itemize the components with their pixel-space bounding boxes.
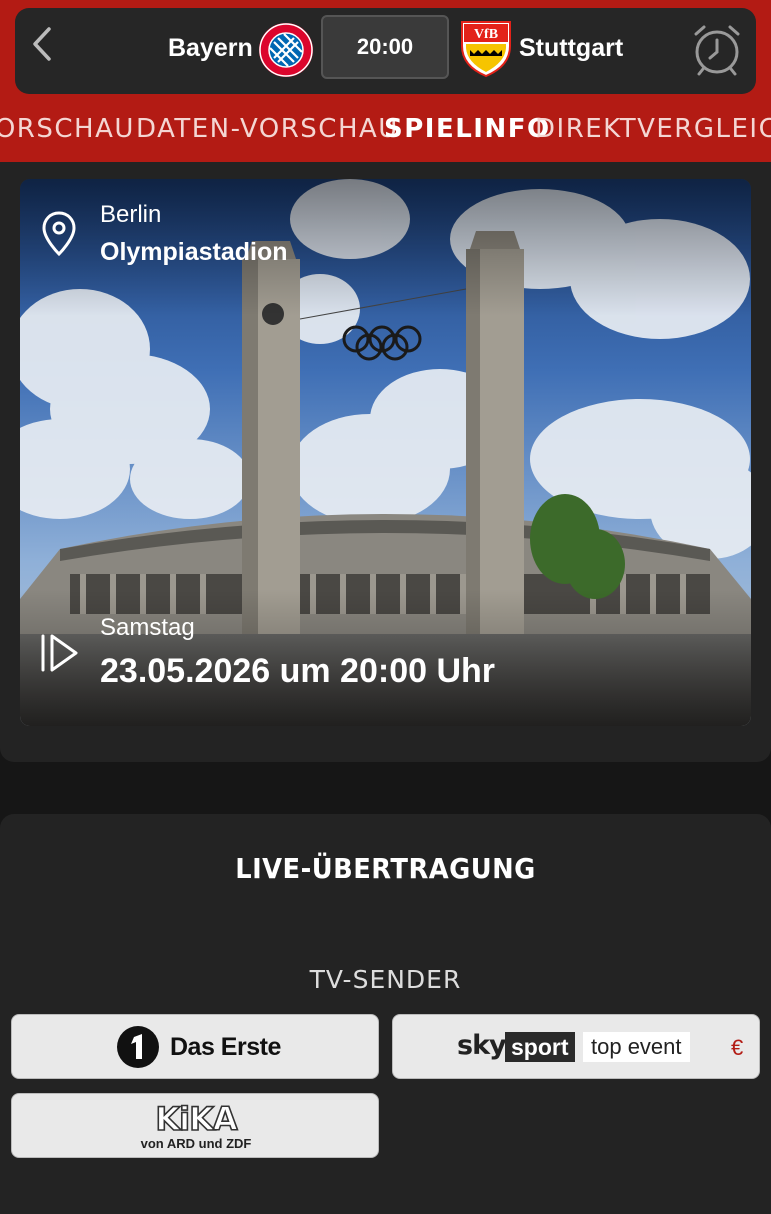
channel-kika[interactable]: KiKA von ARD und ZDF bbox=[11, 1093, 379, 1158]
away-team-name[interactable]: Stuttgart bbox=[519, 34, 623, 63]
sport-logo-text: sport bbox=[505, 1032, 575, 1062]
stuttgart-crest-text: VfB bbox=[474, 27, 498, 42]
kika-subtitle: von ARD und ZDF bbox=[140, 1136, 252, 1151]
kika-logo-icon: KiKA bbox=[155, 1102, 240, 1134]
tab-daten-vorschau[interactable]: DATEN-VORSCHAU bbox=[136, 114, 399, 144]
back-button[interactable] bbox=[22, 22, 62, 66]
alarm-clock-icon[interactable] bbox=[690, 22, 744, 76]
venue-stadium: Olympiastadion bbox=[100, 238, 288, 266]
chevron-left-icon bbox=[33, 27, 51, 61]
pay-tv-badge: € bbox=[731, 1035, 744, 1060]
tab-vorschau[interactable]: VORSCHAU bbox=[0, 114, 135, 144]
kika-logo-text: KiKA bbox=[155, 1102, 238, 1134]
tab-spielinfo[interactable]: SPIELINFO bbox=[384, 114, 551, 144]
ard-one-logo-icon bbox=[117, 1026, 159, 1068]
venue-city: Berlin bbox=[100, 201, 162, 228]
channel-name: Das Erste bbox=[170, 1033, 281, 1061]
home-team-name[interactable]: Bayern bbox=[168, 34, 253, 63]
stuttgart-crest-icon[interactable]: VfB bbox=[460, 20, 512, 78]
location-pin-icon bbox=[42, 211, 76, 257]
sky-logo-text: sky bbox=[457, 1030, 507, 1061]
channel-das-erste[interactable]: Das Erste bbox=[11, 1014, 379, 1079]
channel-sky-sport-top-event[interactable]: sky sport top event € bbox=[392, 1014, 760, 1079]
bayern-crest-icon[interactable] bbox=[258, 22, 314, 78]
live-broadcast-title: LIVE-ÜBERTRAGUNG bbox=[235, 852, 536, 885]
match-weekday: Samstag bbox=[100, 614, 195, 641]
tab-bar: VORSCHAU DATEN-VORSCHAU SPIELINFO DIREKT… bbox=[0, 108, 771, 156]
top-event-logo-text: top event bbox=[583, 1032, 690, 1062]
kickoff-play-icon bbox=[41, 634, 78, 672]
tab-direktvergleich[interactable]: DIREKTVERGLEICH bbox=[535, 114, 771, 144]
kickoff-time: 20:00 bbox=[321, 15, 449, 79]
tv-channels-label: TV-SENDER bbox=[309, 965, 462, 994]
match-datetime: 23.05.2026 um 20:00 Uhr bbox=[100, 652, 496, 690]
